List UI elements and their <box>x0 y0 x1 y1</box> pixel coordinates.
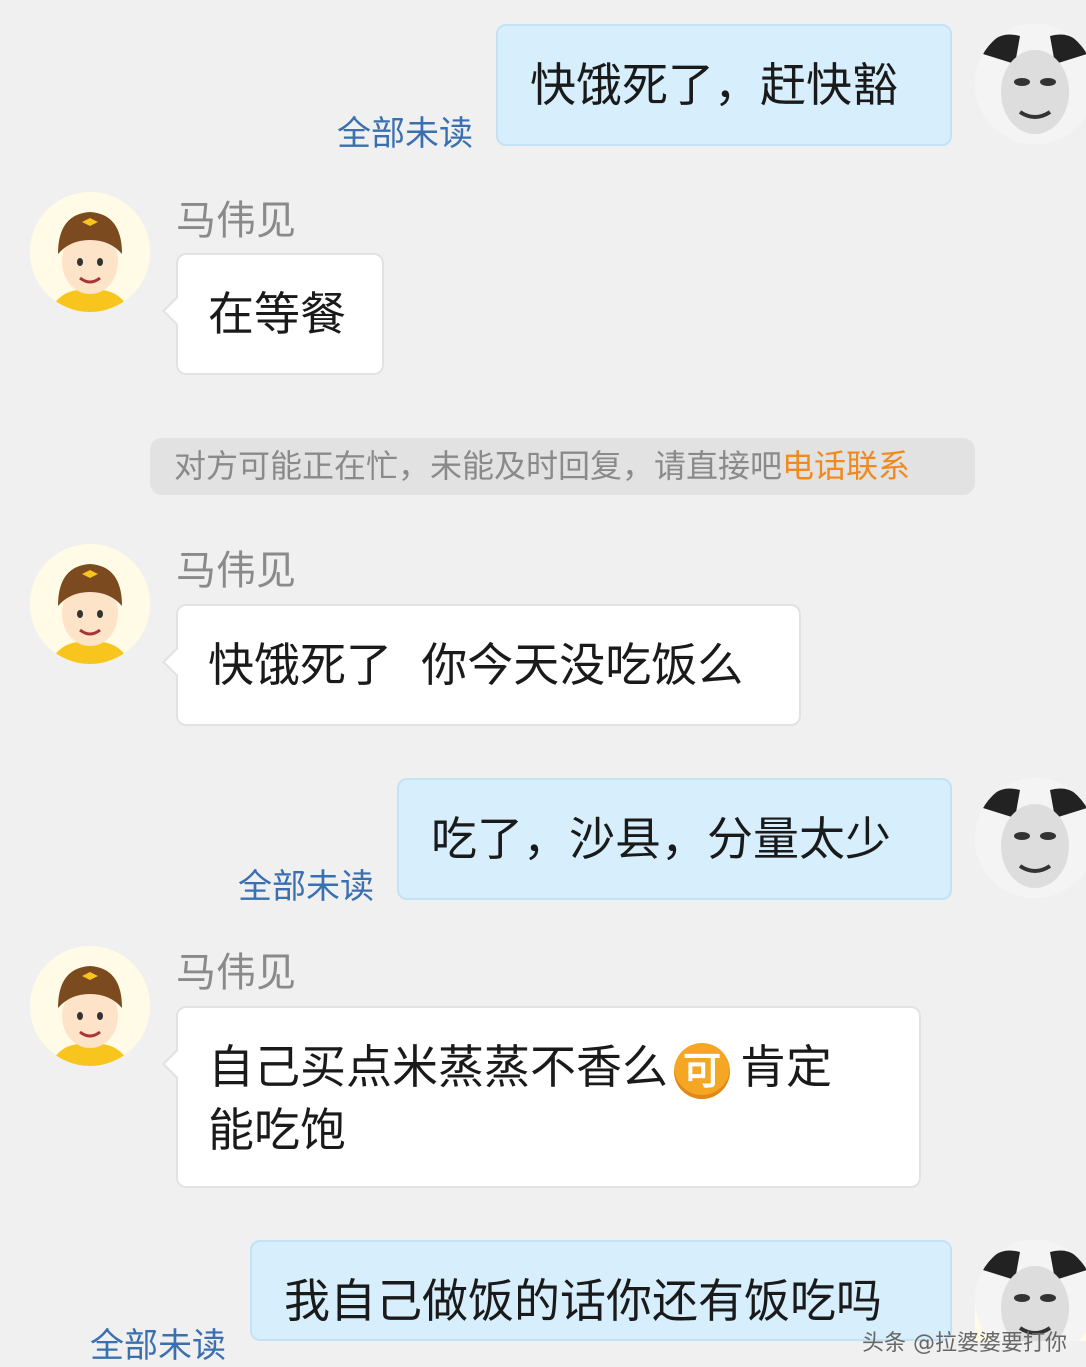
self-avatar-icon[interactable] <box>975 778 1086 898</box>
watermark: 头条 @拉婆婆要打你 <box>862 1331 1067 1356</box>
message-text: 自己买点米蒸蒸不香么 <box>208 1040 668 1094</box>
courier-avatar-icon[interactable] <box>30 946 150 1066</box>
ke-emoji-icon: 可 <box>674 1042 730 1099</box>
contact-name: 马伟见 <box>176 950 296 996</box>
read-status: 全部未读 <box>90 1326 226 1366</box>
courier-avatar-icon[interactable] <box>30 544 150 664</box>
notice-text: 对方可能正在忙，未能及时回复，请直接吧 <box>174 447 783 485</box>
message-bubble-outgoing[interactable]: 快饿死了，赶快豁 <box>496 24 952 146</box>
contact-name: 马伟见 <box>176 548 296 594</box>
read-status: 全部未读 <box>238 867 374 907</box>
courier-avatar-icon[interactable] <box>30 192 150 312</box>
message-bubble-outgoing[interactable]: 我自己做饭的话你还有饭吃吗 <box>250 1240 952 1341</box>
message-text: 肯定 <box>740 1040 832 1094</box>
message-bubble-incoming[interactable]: 在等餐 <box>162 253 384 375</box>
phone-contact-link[interactable]: 电话联系 <box>782 447 910 485</box>
contact-name: 马伟见 <box>176 198 296 244</box>
message-bubble-incoming[interactable]: 自己买点米蒸蒸不香么可肯定 能吃饱 <box>162 1006 921 1188</box>
system-notice: 对方可能正在忙，未能及时回复，请直接吧电话联系 <box>150 438 975 495</box>
message-line: 能吃饱 <box>208 1102 346 1157</box>
message-line: 自己买点米蒸蒸不香么可肯定 <box>208 1036 889 1099</box>
self-avatar-icon[interactable] <box>975 24 1086 144</box>
message-bubble-outgoing[interactable]: 吃了，沙县，分量太少 <box>397 778 952 900</box>
read-status: 全部未读 <box>337 114 473 154</box>
message-bubble-incoming[interactable]: 快饿死了 你今天没吃饭么 <box>162 604 801 726</box>
